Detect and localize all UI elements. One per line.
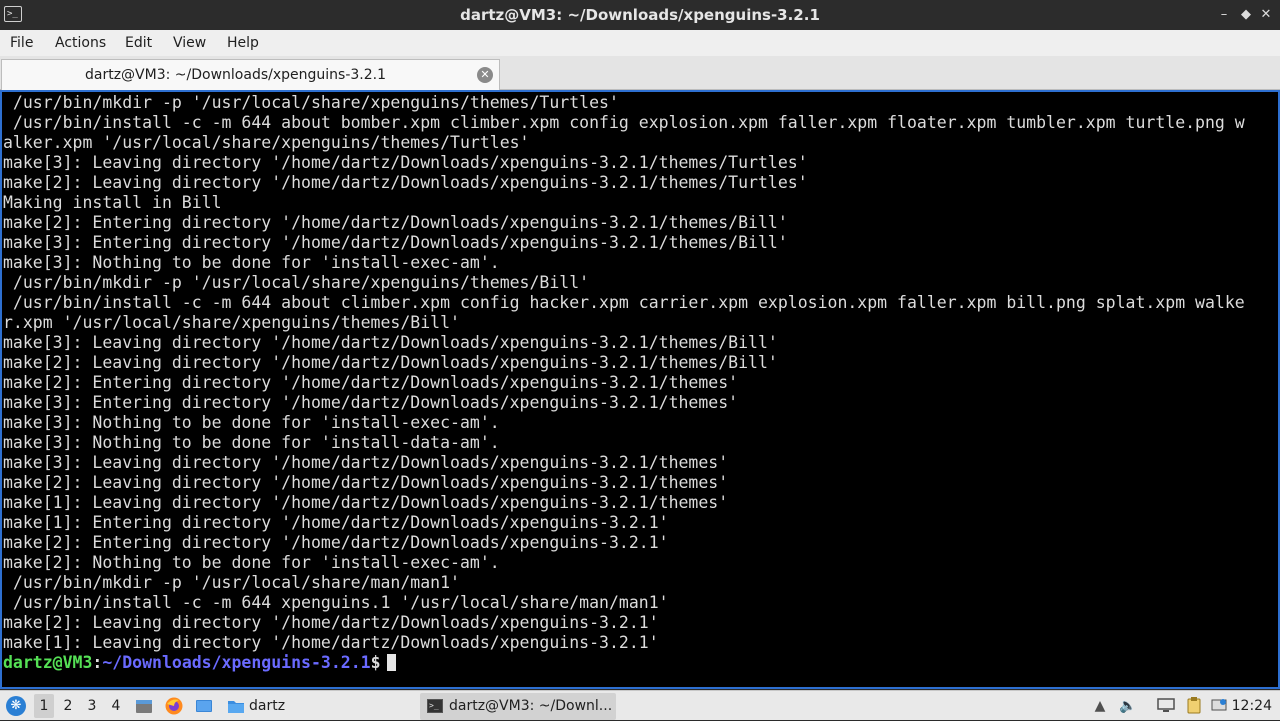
terminal-line: make[2]: Entering directory '/home/dartz… xyxy=(3,213,788,232)
window-title: dartz@VM3: ~/Downloads/xpenguins-3.2.1 xyxy=(460,6,820,24)
menu-view[interactable]: View xyxy=(171,30,208,56)
terminal-line: r.xpm '/usr/local/share/xpenguins/themes… xyxy=(3,313,460,332)
terminal-line: /usr/bin/mkdir -p '/usr/local/share/xpen… xyxy=(3,93,619,112)
workspace-1[interactable]: 1 xyxy=(34,694,54,718)
workspace-4[interactable]: 4 xyxy=(106,694,126,718)
terminal-line: Making install in Bill xyxy=(3,193,222,212)
terminal-line: make[1]: Entering directory '/home/dartz… xyxy=(3,513,669,532)
terminal-scrollbar[interactable] xyxy=(1264,92,1278,687)
tab-label: dartz@VM3: ~/Downloads/xpenguins-3.2.1 xyxy=(85,67,386,83)
firefox-icon[interactable] xyxy=(164,696,184,716)
terminal-line: make[2]: Entering directory '/home/dartz… xyxy=(3,373,739,392)
clipboard-icon[interactable] xyxy=(1185,696,1203,716)
terminal-line: /usr/bin/mkdir -p '/usr/local/share/man/… xyxy=(3,573,460,592)
show-desktop-icon[interactable] xyxy=(194,696,214,716)
minimize-icon[interactable]: – xyxy=(1214,5,1234,25)
terminal-task-icon: >_ xyxy=(427,699,443,713)
terminal-line: make[3]: Nothing to be done for 'install… xyxy=(3,253,500,272)
tab-terminal[interactable]: dartz@VM3: ~/Downloads/xpenguins-3.2.1 ✕ xyxy=(1,59,500,90)
terminal-line: make[3]: Nothing to be done for 'install… xyxy=(3,433,500,452)
maximize-icon[interactable]: ◆ xyxy=(1236,5,1256,25)
workspace-2[interactable]: 2 xyxy=(58,694,78,718)
terminal-line: make[1]: Leaving directory '/home/dartz/… xyxy=(3,493,729,512)
window-titlebar[interactable]: >_ dartz@VM3: ~/Downloads/xpenguins-3.2.… xyxy=(0,0,1280,30)
terminal-output: /usr/bin/mkdir -p '/usr/local/share/xpen… xyxy=(3,93,1265,673)
terminal-line: /usr/bin/mkdir -p '/usr/local/share/xpen… xyxy=(3,273,590,292)
menu-file[interactable]: File xyxy=(8,30,35,56)
terminal-line: make[1]: Leaving directory '/home/dartz/… xyxy=(3,633,659,652)
prompt-colon: : xyxy=(92,653,103,672)
terminal-line: make[3]: Leaving directory '/home/dartz/… xyxy=(3,153,808,172)
workspace-3[interactable]: 3 xyxy=(82,694,102,718)
volume-icon[interactable]: 🔈 xyxy=(1119,696,1137,716)
terminal-line: make[3]: Leaving directory '/home/dartz/… xyxy=(3,333,778,352)
menu-actions[interactable]: Actions xyxy=(53,30,108,56)
terminal-line: make[2]: Leaving directory '/home/dartz/… xyxy=(3,173,808,192)
terminal-line: /usr/bin/install -c -m 644 about climber… xyxy=(3,293,1245,312)
prompt-path: ~/Downloads/xpenguins-3.2.1 xyxy=(102,653,371,672)
network-icon[interactable] xyxy=(1210,696,1228,716)
terminal-line: make[3]: Entering directory '/home/dartz… xyxy=(3,233,788,252)
terminal-line: make[2]: Leaving directory '/home/dartz/… xyxy=(3,473,729,492)
terminal-line: make[3]: Leaving directory '/home/dartz/… xyxy=(3,453,729,472)
prompt-line[interactable]: dartz@VM3:~/Downloads/xpenguins-3.2.1$ xyxy=(3,653,1265,673)
prompt-symbol: $ xyxy=(370,653,381,672)
terminal-line: make[2]: Leaving directory '/home/dartz/… xyxy=(3,613,659,632)
text-cursor xyxy=(386,654,396,671)
terminal-view[interactable]: /usr/bin/mkdir -p '/usr/local/share/xpen… xyxy=(0,90,1280,689)
taskbar: ❋ 1 2 3 4 dartz >_ dartz@VM3: ~/Downl...… xyxy=(0,690,1280,720)
menu-help[interactable]: Help xyxy=(225,30,261,56)
task-label: dartz@VM3: ~/Downl... xyxy=(449,698,613,714)
terminal-line: alker.xpm '/usr/local/share/xpenguins/th… xyxy=(3,133,530,152)
terminal-line: /usr/bin/install -c -m 644 about bomber.… xyxy=(3,113,1245,132)
terminal-line: /usr/bin/install -c -m 644 xpenguins.1 '… xyxy=(3,593,669,612)
menu-edit[interactable]: Edit xyxy=(123,30,154,56)
terminal-line: make[2]: Nothing to be done for 'install… xyxy=(3,553,500,572)
terminal-line: make[3]: Entering directory '/home/dartz… xyxy=(3,393,739,412)
file-manager-icon[interactable] xyxy=(134,696,154,716)
tab-close-icon[interactable]: ✕ xyxy=(477,67,493,83)
folder-icon xyxy=(226,696,246,716)
tab-bar: dartz@VM3: ~/Downloads/xpenguins-3.2.1 ✕ xyxy=(0,56,1280,90)
prompt-user-host: dartz@VM3 xyxy=(3,653,93,672)
start-menu-icon[interactable]: ❋ xyxy=(6,696,26,716)
terminal-line: make[2]: Entering directory '/home/dartz… xyxy=(3,533,669,552)
terminal-line: make[2]: Leaving directory '/home/dartz/… xyxy=(3,353,778,372)
taskbar-terminal-button[interactable]: >_ dartz@VM3: ~/Downl... xyxy=(420,693,616,720)
folder-dartz-label[interactable]: dartz xyxy=(249,691,285,721)
close-icon[interactable]: ✕ xyxy=(1256,5,1276,25)
tray-up-icon[interactable]: ▲ xyxy=(1091,696,1109,716)
menu-bar: File Actions Edit View Help xyxy=(0,30,1280,56)
clock[interactable]: 12:24 xyxy=(1232,691,1272,721)
terminal-line: make[3]: Nothing to be done for 'install… xyxy=(3,413,500,432)
display-icon[interactable] xyxy=(1157,696,1175,716)
